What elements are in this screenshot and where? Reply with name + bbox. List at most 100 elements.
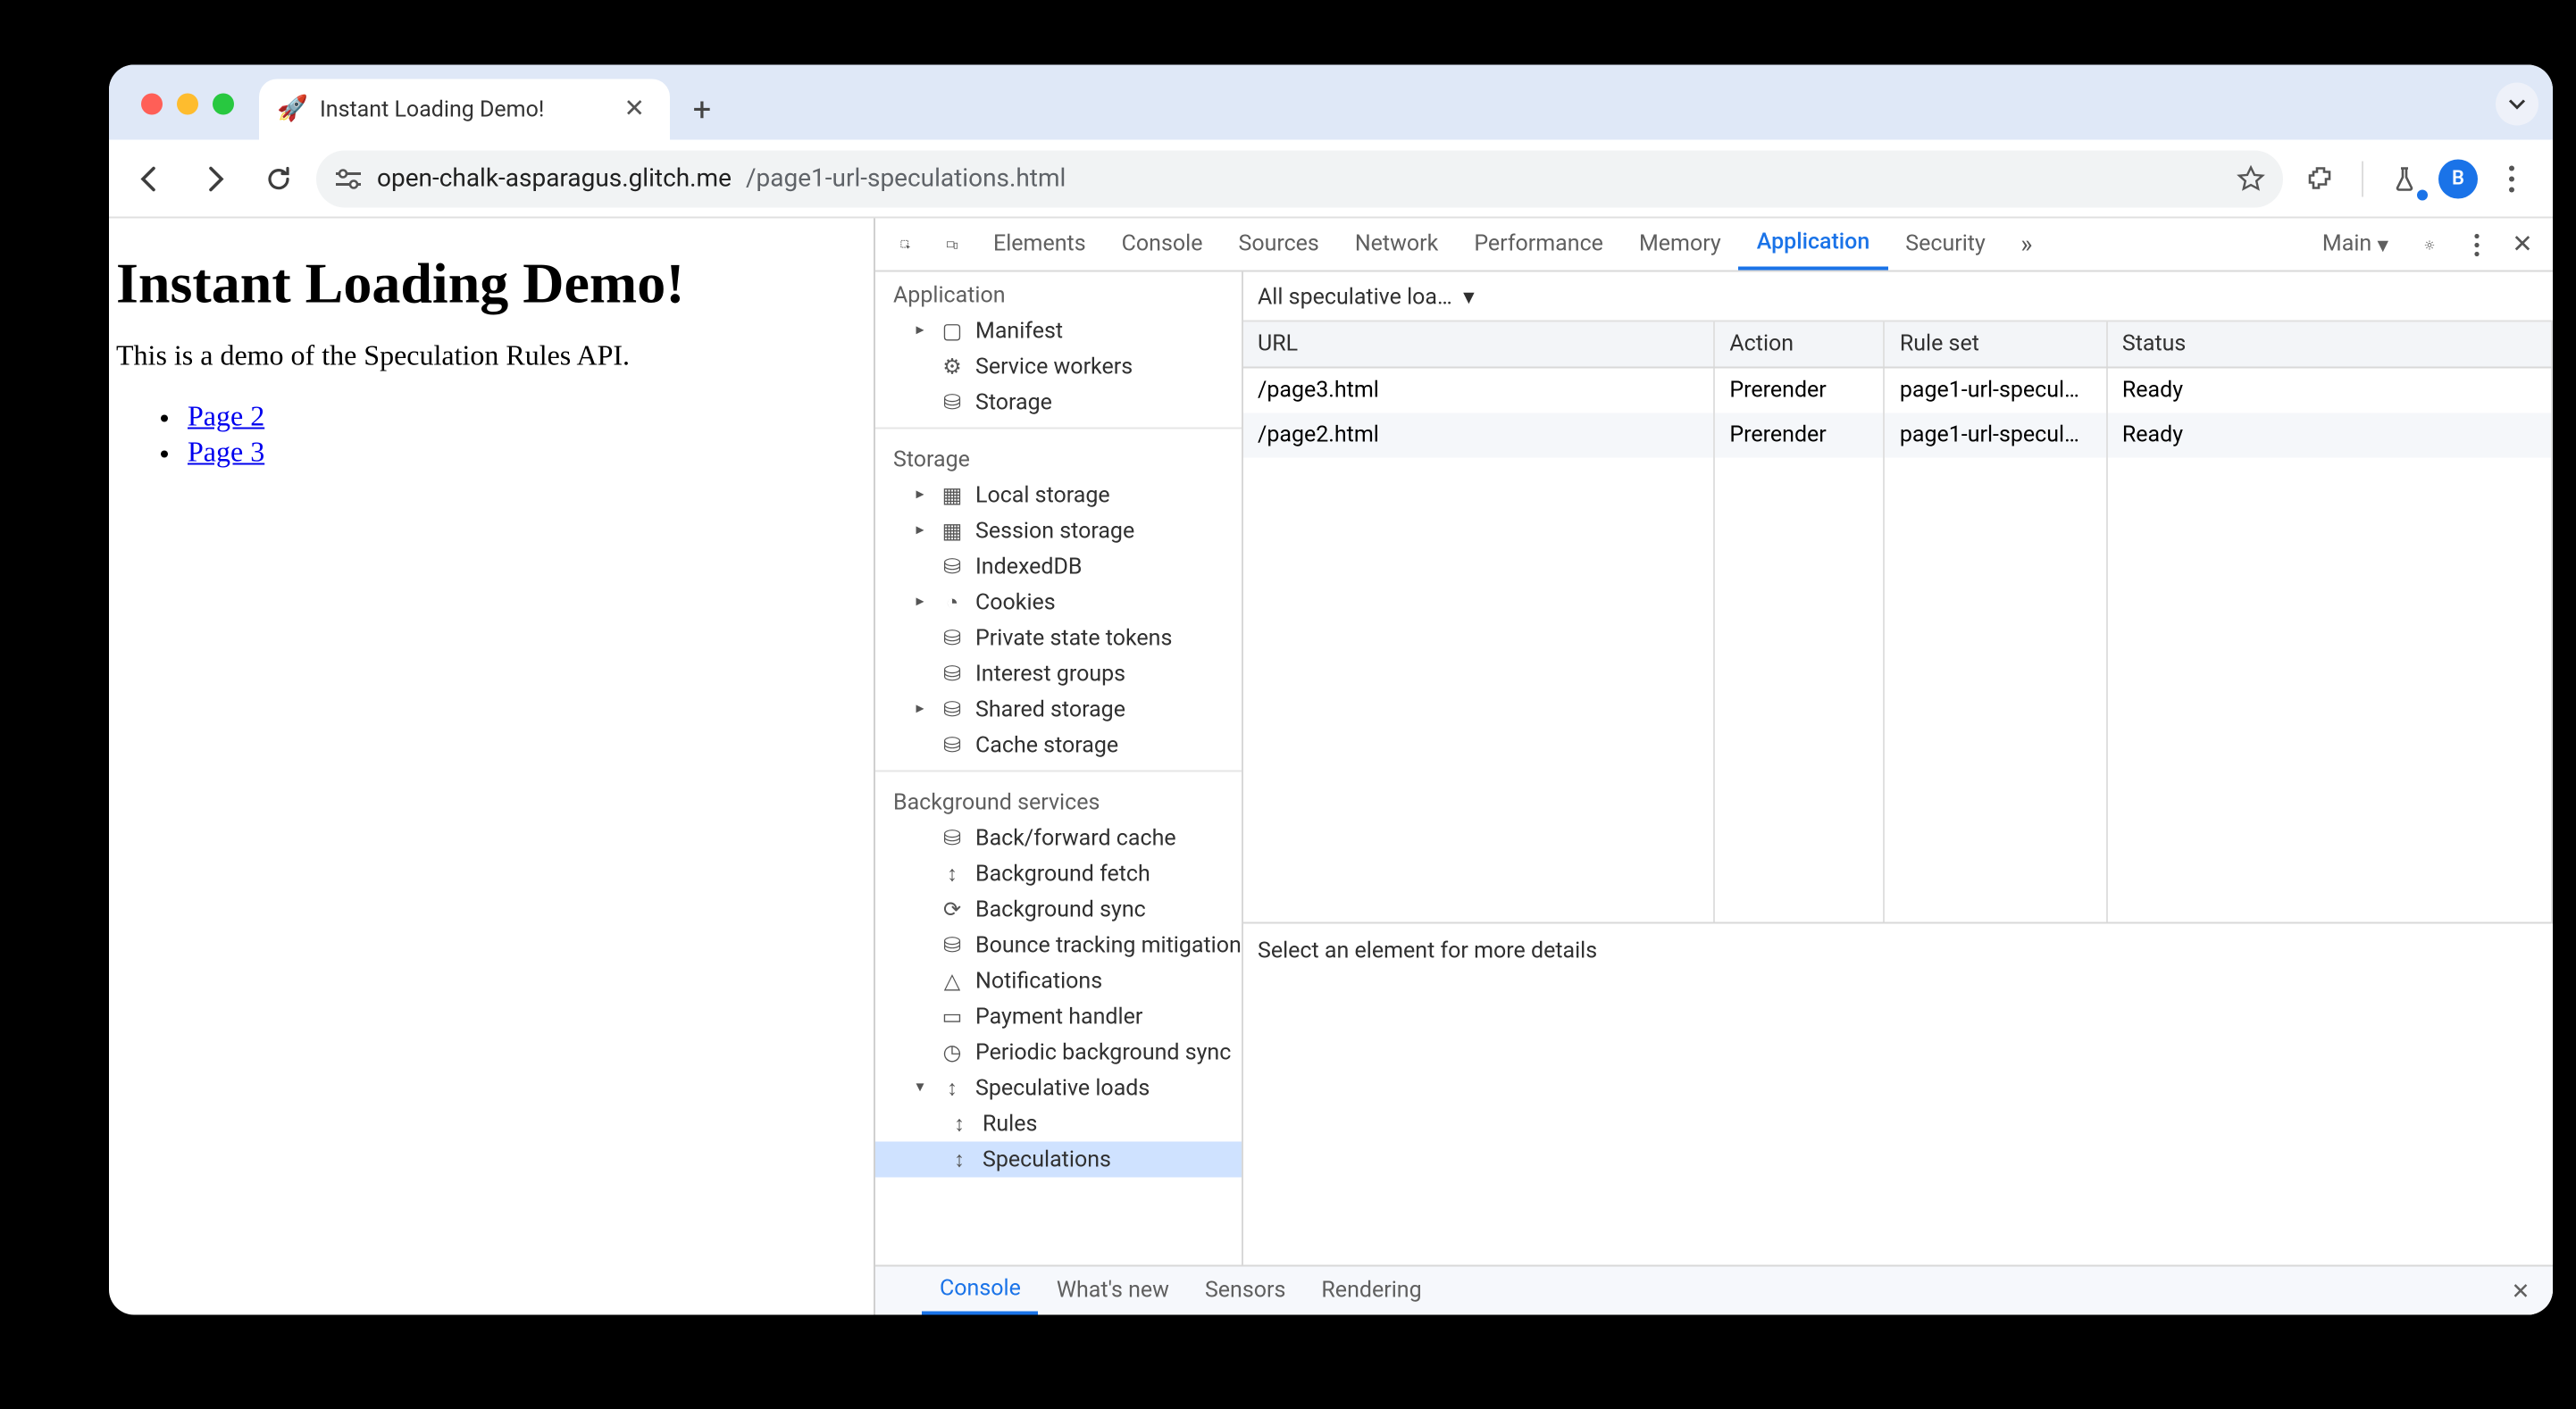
sidebar-item-cache-storage[interactable]: ⛁Cache storage [875,727,1242,763]
sidebar-item-private-state-tokens[interactable]: ⛁Private state tokens [875,620,1242,655]
sidebar-item-session-storage[interactable]: ▸▦Session storage [875,513,1242,548]
tab-sources[interactable]: Sources [1220,218,1336,270]
chevron-right-icon: ▸ [911,593,929,611]
extensions-icon[interactable] [2294,151,2347,204]
new-tab-button[interactable]: + [677,84,727,134]
drawer-tab-console[interactable]: Console [922,1266,1039,1314]
database-icon: ⛁ [940,554,965,579]
sidebar-item-background-sync[interactable]: ⟳Background sync [875,891,1242,927]
sync-icon: ↕ [947,1111,972,1136]
devtools-drawer: Console What's new Sensors Rendering ✕ [875,1264,2553,1314]
filter-bar: All speculative loa… ▾ [1243,271,2553,321]
sidebar-item-storage[interactable]: ⛁Storage [875,384,1242,420]
tab-application[interactable]: Application [1739,218,1888,270]
sidebar-item-service-workers[interactable]: ⚙Service workers [875,348,1242,384]
url-input[interactable]: open-chalk-asparagus.glitch.me/page1-url… [316,149,2283,206]
page-intro: This is a demo of the Speculation Rules … [116,341,874,373]
more-tabs-icon[interactable]: » [2003,218,2050,270]
database-icon: ⛁ [940,696,965,721]
sidebar-item-speculative-loads[interactable]: ▾↕Speculative loads [875,1070,1242,1105]
drawer-menu-icon[interactable] [886,1266,922,1314]
sidebar-group-application: Application [875,271,1242,313]
rendered-page: Instant Loading Demo! This is a demo of … [109,218,874,1314]
window-controls [127,93,248,139]
database-icon: ⛁ [940,625,965,650]
sidebar-item-indexeddb[interactable]: ⛁IndexedDB [875,548,1242,584]
tab-performance[interactable]: Performance [1456,218,1621,270]
sidebar-item-manifest[interactable]: ▸▢Manifest [875,313,1242,348]
drawer-tab-sensors[interactable]: Sensors [1187,1266,1303,1314]
sidebar-item-shared-storage[interactable]: ▸⛁Shared storage [875,691,1242,727]
close-drawer-icon[interactable]: ✕ [2499,1266,2542,1314]
tab-elements[interactable]: Elements [975,218,1104,270]
forward-button[interactable] [188,151,241,204]
close-tab-button[interactable]: ✕ [617,95,652,123]
sync-icon: ↕ [940,1075,965,1100]
maximize-window-button[interactable] [213,93,234,114]
settings-icon[interactable] [2406,218,2453,270]
drawer-tab-rendering[interactable]: Rendering [1303,1266,1439,1314]
sidebar-item-payment-handler[interactable]: ▭Payment handler [875,998,1242,1034]
table-row[interactable]: /page2.html Prerender page1-url-specul… … [1243,413,2552,457]
chevron-right-icon: ▸ [911,521,929,539]
tab-memory[interactable]: Memory [1621,218,1739,270]
profile-avatar[interactable]: B [2438,158,2478,197]
chevron-right-icon: ▸ [911,321,929,339]
sidebar-item-bounce-tracking[interactable]: ⛁Bounce tracking mitigation [875,927,1242,963]
sidebar-item-interest-groups[interactable]: ⛁Interest groups [875,655,1242,691]
sync-icon: ↕ [940,861,965,886]
tab-security[interactable]: Security [1887,218,2003,270]
labs-icon[interactable] [2378,151,2431,204]
tab-overflow-button[interactable] [2496,82,2538,125]
sidebar-item-periodic-sync[interactable]: ◷Periodic background sync [875,1034,1242,1070]
application-sidebar: Application ▸▢Manifest ⚙Service workers … [875,271,1243,1264]
target-selector[interactable]: Main ▾ [2304,218,2406,270]
minimize-window-button[interactable] [177,93,198,114]
column-status[interactable]: Status [2107,321,2552,367]
bookmark-icon[interactable] [2237,163,2265,192]
table-row[interactable]: /page3.html Prerender page1-url-specul… … [1243,367,2552,413]
sidebar-item-cookies[interactable]: ▸◔Cookies [875,584,1242,620]
sidebar-item-bfcache[interactable]: ⛁Back/forward cache [875,820,1242,855]
back-button[interactable] [123,151,177,204]
content-area: Instant Loading Demo! This is a demo of … [109,218,2553,1314]
bell-icon: △ [940,968,965,993]
close-window-button[interactable] [141,93,163,114]
speculations-panel: All speculative loa… ▾ URL [1243,271,2553,1264]
chevron-down-icon: ▾ [911,1079,929,1096]
page-link[interactable]: Page 2 [188,402,264,432]
tab-console[interactable]: Console [1104,218,1221,270]
database-icon: ⛁ [940,732,965,757]
browser-tab[interactable]: 🚀 Instant Loading Demo! ✕ [259,79,670,139]
database-icon: ⛁ [940,389,965,414]
inspect-icon[interactable] [882,218,929,270]
sidebar-subitem-speculations[interactable]: ↕Speculations [875,1141,1242,1177]
filter-dropdown[interactable]: All speculative loa… ▾ [1258,281,1475,310]
chevron-right-icon: ▸ [911,486,929,504]
page-link[interactable]: Page 3 [188,438,264,468]
chrome-menu-icon[interactable] [2485,151,2538,204]
sidebar-item-local-storage[interactable]: ▸▦Local storage [875,477,1242,513]
close-devtools-icon[interactable]: ✕ [2499,218,2546,270]
sidebar-subitem-rules[interactable]: ↕Rules [875,1105,1242,1141]
detail-placeholder: Select an element for more details [1243,923,2553,1264]
sidebar-item-background-fetch[interactable]: ↕Background fetch [875,855,1242,891]
tab-title: Instant Loading Demo! [320,96,544,122]
reload-button[interactable] [252,151,305,204]
device-toggle-icon[interactable] [929,218,975,270]
list-item: Page 3 [188,438,874,470]
list-item: Page 2 [188,402,874,434]
column-ruleset[interactable]: Rule set [1885,321,2107,367]
database-icon: ⛁ [940,932,965,957]
chevron-down-icon: ▾ [2377,229,2388,258]
tab-network[interactable]: Network [1337,218,1456,270]
sync-icon: ↕ [947,1146,972,1171]
column-action[interactable]: Action [1714,321,1884,367]
sidebar-item-notifications[interactable]: △Notifications [875,963,1242,998]
drawer-tab-whats-new[interactable]: What's new [1039,1266,1187,1314]
site-settings-icon[interactable] [334,167,363,188]
column-url[interactable]: URL [1243,321,1714,367]
devtools-menu-icon[interactable] [2453,218,2499,270]
url-path: /page1-url-speculations.html [746,163,1066,192]
devtools-panel: Elements Console Sources Network Perform… [874,218,2553,1314]
